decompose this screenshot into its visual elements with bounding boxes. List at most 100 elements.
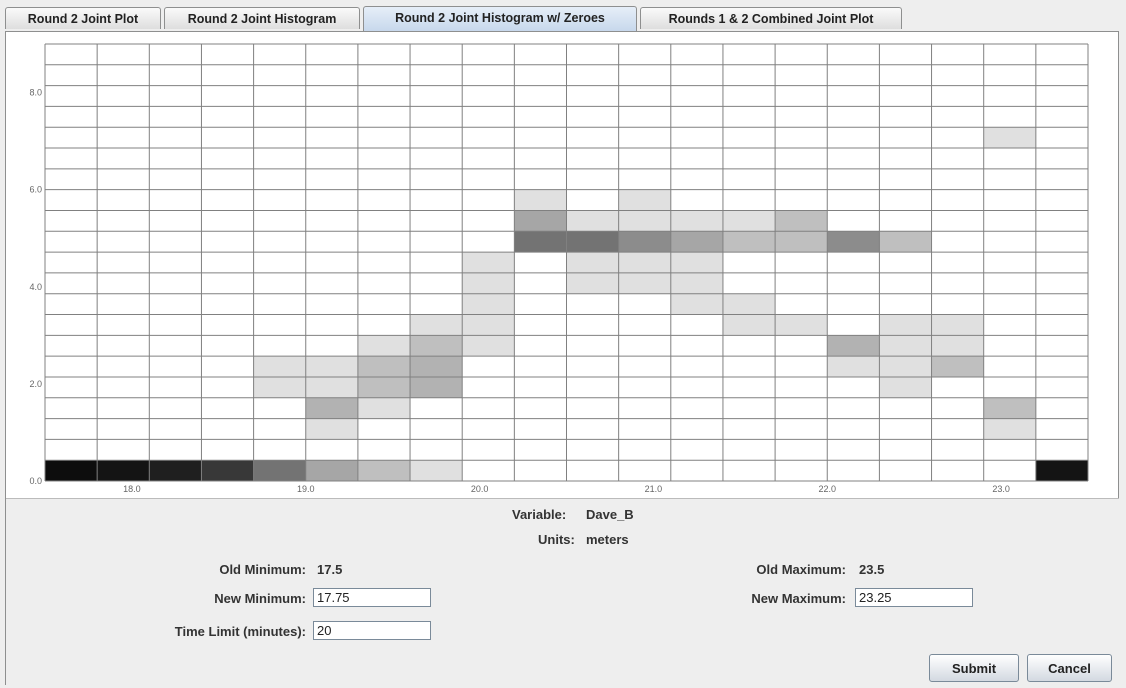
heatmap-cell <box>462 335 515 357</box>
old-maximum-label: Old Maximum: <box>756 562 846 577</box>
heatmap-cell <box>149 460 202 481</box>
heatmap-cell <box>514 210 567 232</box>
tab-round2-joint-plot[interactable]: Round 2 Joint Plot <box>5 7 161 29</box>
heatmap-cell <box>879 314 932 336</box>
heatmap-cell <box>410 314 463 336</box>
x-tick-label: 20.0 <box>471 484 489 494</box>
heatmap-cell <box>357 356 411 377</box>
y-tick-label: 6.0 <box>29 185 42 195</box>
heatmap-cell <box>931 356 984 377</box>
heatmap-cell <box>722 293 776 315</box>
x-tick-label: 18.0 <box>123 484 141 494</box>
heatmap-cell <box>305 460 358 481</box>
heatmap-cell <box>410 376 463 398</box>
heatmap-cell <box>775 210 828 232</box>
heatmap-cell <box>670 293 723 315</box>
heatmap-cell <box>618 189 671 211</box>
heatmap-cell <box>305 356 358 377</box>
heatmap-cell <box>618 252 671 273</box>
heatmap-cell <box>253 356 306 377</box>
heatmap-cell <box>462 252 515 273</box>
x-tick-label: 19.0 <box>297 484 315 494</box>
x-tick-label: 22.0 <box>818 484 836 494</box>
heatmap-cell <box>722 210 776 232</box>
heatmap-cell <box>357 460 411 481</box>
heatmap-cell <box>827 356 880 377</box>
new-minimum-label: New Minimum: <box>214 591 306 606</box>
heatmap-cell <box>618 210 671 232</box>
units-value: meters <box>586 532 629 547</box>
heatmap-cell <box>931 314 984 336</box>
y-tick-label: 0.0 <box>29 476 42 486</box>
range-form: Variable: Dave_B Units: meters Old Minim… <box>6 498 1119 685</box>
heatmap-cell <box>1035 460 1088 481</box>
heatmap-cell <box>983 397 1036 419</box>
heatmap-cell <box>357 335 411 357</box>
old-minimum-value: 17.5 <box>317 562 343 577</box>
new-minimum-field[interactable] <box>313 588 431 607</box>
heatmap-cell <box>566 272 619 294</box>
heatmap-cell <box>462 314 515 336</box>
new-maximum-field[interactable] <box>855 588 973 607</box>
variable-label: Variable: <box>512 507 567 522</box>
joint-histogram-chart: 18.0 19.0 20.0 21.0 22.0 23.0 0.0 2.0 4.0 6.0 8.0 <box>29 43 1089 494</box>
new-maximum-label: New Maximum: <box>751 591 846 606</box>
y-tick-label: 8.0 <box>29 88 42 98</box>
heatmap-cell <box>775 314 828 336</box>
heatmap-cell <box>722 314 776 336</box>
heatmap-cell <box>357 397 411 419</box>
old-minimum-label: Old Minimum: <box>219 562 306 577</box>
heatmap-cell <box>827 231 880 253</box>
heatmap-cell <box>722 231 776 253</box>
heatmap-cell <box>775 231 828 253</box>
heatmap-cell <box>670 272 723 294</box>
heatmap-cell <box>410 356 463 377</box>
heatmap-cell <box>253 376 306 398</box>
heatmap-cell <box>670 231 723 253</box>
heatmap-cell <box>670 252 723 273</box>
time-limit-field[interactable] <box>313 621 431 640</box>
heatmap-cell <box>670 210 723 232</box>
old-maximum-value: 23.5 <box>859 562 885 577</box>
y-tick-label: 2.0 <box>29 379 42 389</box>
heatmap-cell <box>462 272 515 294</box>
time-limit-label: Time Limit (minutes): <box>174 624 306 639</box>
heatmap-cell <box>618 231 671 253</box>
heatmap-cell <box>410 460 463 481</box>
heatmap-cell <box>514 231 567 253</box>
heatmap-cell <box>357 376 411 398</box>
heatmap-cell <box>983 127 1036 149</box>
heatmap-cell <box>879 376 932 398</box>
heatmap-cell <box>45 460 98 481</box>
heatmap-cell <box>97 460 150 481</box>
heatmap-cell <box>410 335 463 357</box>
heatmap-cell <box>827 335 880 357</box>
heatmap-cell <box>462 293 515 315</box>
heatmap-cell <box>879 356 932 377</box>
heatmap-cell <box>566 210 619 232</box>
tab-bar: Round 2 Joint Plot Round 2 Joint Histogr… <box>5 6 1123 31</box>
heatmap-cell <box>305 418 358 440</box>
heatmap-cell <box>305 397 358 419</box>
variable-value: Dave_B <box>586 507 634 522</box>
x-tick-label: 23.0 <box>992 484 1010 494</box>
submit-button[interactable]: Submit <box>929 654 1019 682</box>
heatmap-cell <box>983 418 1036 440</box>
x-tick-label: 21.0 <box>645 484 663 494</box>
heatmap-cell <box>566 231 619 253</box>
tab-round2-joint-histogram-zeroes[interactable]: Round 2 Joint Histogram w/ Zeroes <box>363 6 637 31</box>
heatmap-cell <box>201 460 254 481</box>
heatmap-cell <box>305 376 358 398</box>
heatmap-cell <box>618 272 671 294</box>
y-tick-label: 4.0 <box>29 282 42 292</box>
tab-rounds-combined-joint-plot[interactable]: Rounds 1 & 2 Combined Joint Plot <box>640 7 902 29</box>
cancel-button[interactable]: Cancel <box>1027 654 1112 682</box>
heatmap-cell <box>566 252 619 273</box>
tab-round2-joint-histogram[interactable]: Round 2 Joint Histogram <box>164 7 360 29</box>
heatmap-cell <box>879 231 932 253</box>
heatmap-cell <box>879 335 932 357</box>
heatmap-cell <box>931 335 984 357</box>
heatmap-cell <box>253 460 306 481</box>
heatmap-cell <box>514 189 567 211</box>
units-label: Units: <box>538 532 575 547</box>
